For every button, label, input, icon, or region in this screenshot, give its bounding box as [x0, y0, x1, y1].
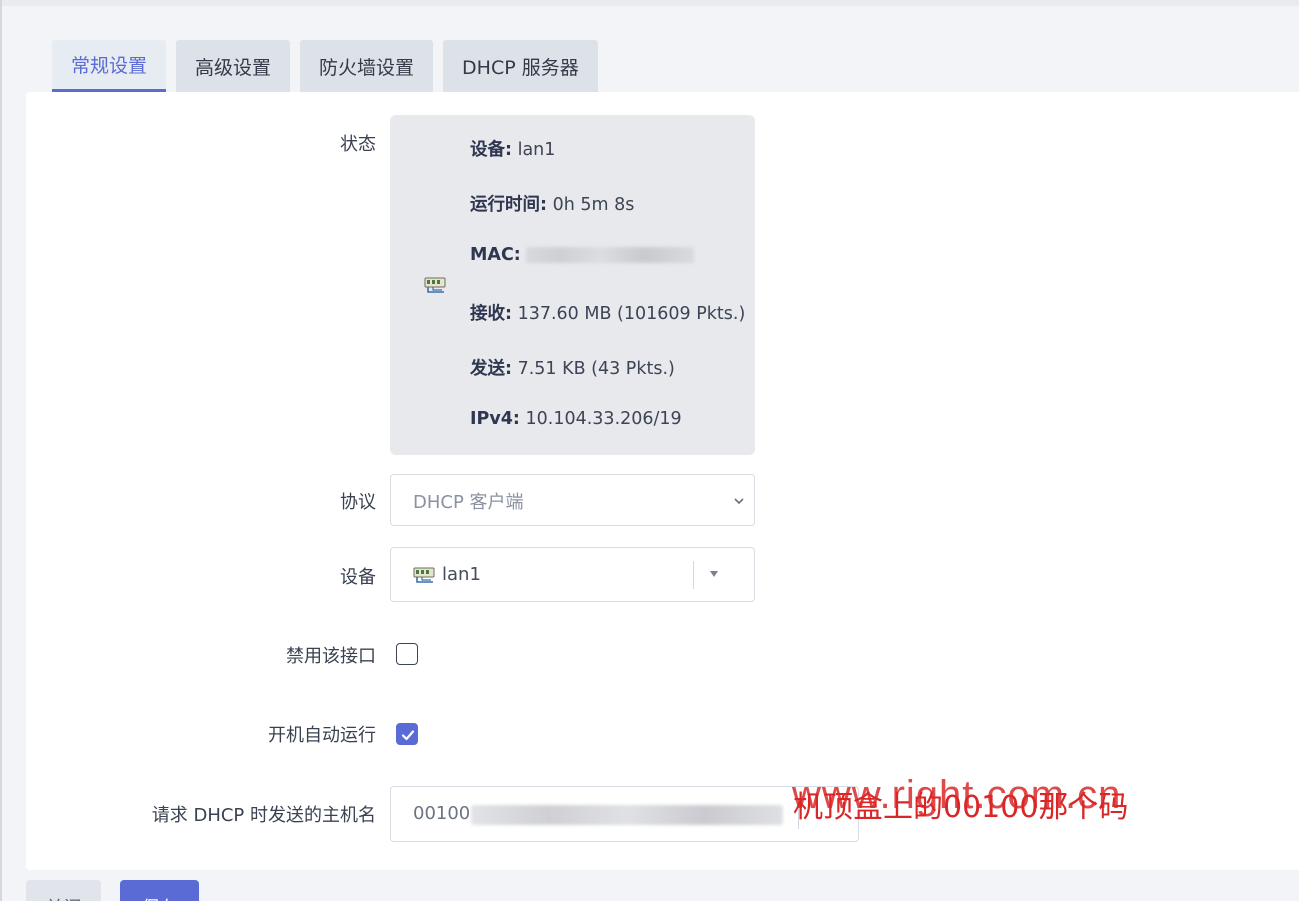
device-label: 设备	[340, 567, 376, 588]
mac-redacted	[526, 247, 695, 263]
status-uptime: 运行时间: 0h 5m 8s	[470, 191, 634, 216]
tab-firewall-settings[interactable]: 防火墙设置	[300, 40, 434, 92]
tab-bar: 常规设置 高级设置 防火墙设置 DHCP 服务器	[52, 40, 598, 92]
status-tx-value: 7.51 KB (43 Pkts.)	[517, 359, 675, 379]
status-device-key: 设备:	[470, 140, 512, 160]
autostart-checkbox[interactable]	[396, 723, 418, 745]
top-strip	[0, 0, 1299, 6]
hostname-label: 请求 DHCP 时发送的主机名	[151, 805, 376, 826]
status-tx: 发送: 7.51 KB (43 Pkts.)	[470, 355, 675, 380]
checkmark-icon	[401, 730, 415, 741]
network-port-icon	[413, 567, 435, 583]
protocol-label: 协议	[340, 492, 376, 513]
disable-interface-label: 禁用该接口	[286, 646, 376, 667]
status-tx-key: 发送:	[470, 359, 512, 379]
annotation-text: 机顶盒上的00100那个码	[793, 790, 1129, 825]
device-combobox[interactable]: lan1	[390, 547, 755, 602]
status-box: 设备: lan1 运行时间: 0h 5m 8s MAC: 接收: 137.60 …	[390, 115, 755, 455]
status-mac: MAC:	[470, 245, 695, 265]
caret-down-icon[interactable]	[710, 571, 718, 577]
status-ipv4-key: IPv4:	[470, 409, 520, 429]
protocol-value: DHCP 客户端	[413, 492, 524, 513]
hostname-redacted	[471, 805, 783, 825]
status-label: 状态	[340, 134, 376, 155]
disable-interface-checkbox[interactable]	[396, 643, 418, 665]
tab-general-settings[interactable]: 常规设置	[52, 40, 167, 92]
protocol-select[interactable]: DHCP 客户端	[390, 474, 755, 526]
network-port-icon	[424, 277, 446, 293]
status-ipv4: IPv4: 10.104.33.206/19	[470, 409, 682, 429]
status-rx-value: 137.60 MB (101609 Pkts.)	[517, 304, 746, 324]
hostname-value: 00100	[413, 803, 471, 824]
chevron-down-icon	[734, 498, 744, 505]
status-ipv4-value: 10.104.33.206/19	[525, 409, 682, 429]
status-mac-key: MAC:	[470, 245, 521, 265]
status-uptime-key: 运行时间:	[470, 195, 547, 215]
combo-divider	[693, 561, 694, 589]
status-device: 设备: lan1	[470, 136, 555, 161]
hostname-input[interactable]: 00100	[390, 786, 859, 842]
window-edge	[0, 0, 2, 901]
autostart-label: 开机自动运行	[268, 725, 376, 746]
close-button[interactable]: 关闭	[26, 880, 101, 901]
tab-advanced-settings[interactable]: 高级设置	[176, 40, 291, 92]
device-value: lan1	[442, 564, 481, 585]
status-rx: 接收: 137.60 MB (101609 Pkts.)	[470, 300, 745, 325]
save-button[interactable]: 保存	[120, 880, 199, 901]
status-rx-key: 接收:	[470, 304, 512, 324]
status-device-value: lan1	[517, 140, 556, 160]
status-uptime-value: 0h 5m 8s	[552, 195, 635, 215]
tab-dhcp-server[interactable]: DHCP 服务器	[443, 40, 598, 92]
